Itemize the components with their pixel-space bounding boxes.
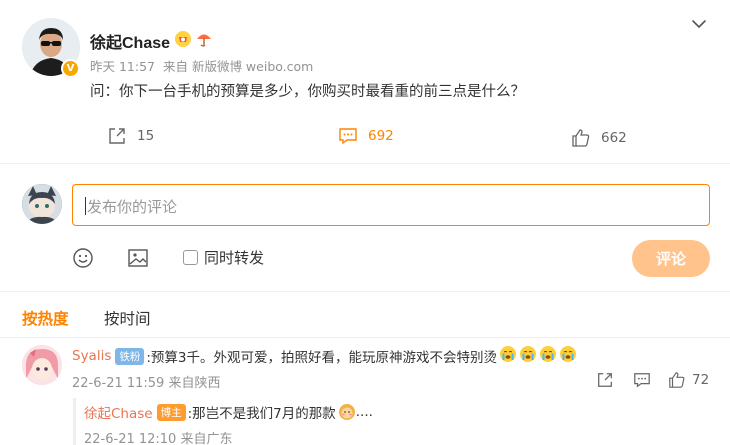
- reply-meta: 22-6-21 12:10 来自广东: [84, 432, 233, 445]
- comment-like-button[interactable]: 72: [668, 371, 709, 389]
- thumbs-up-icon: [572, 129, 590, 147]
- forward-label[interactable]: 同时转发: [204, 247, 264, 268]
- fan-tag: 铁粉: [115, 347, 145, 365]
- shy-emoji-icon: [338, 404, 355, 420]
- submit-comment-button[interactable]: 评论: [632, 240, 710, 277]
- post-source: 来自 新版微博 weibo.com: [162, 59, 314, 74]
- crying-emoji-icon: [560, 346, 577, 362]
- author-badges: [174, 30, 213, 48]
- commenter-avatar[interactable]: [22, 345, 62, 385]
- comment-input[interactable]: 发布你的评论: [72, 184, 710, 226]
- tab-sort-time[interactable]: 按时间: [104, 307, 151, 329]
- image-icon[interactable]: [127, 247, 149, 269]
- share-icon: [109, 128, 125, 144]
- comment-meta: 22-6-21 11:59 来自陕西: [72, 376, 221, 391]
- comment-body: Syalis 铁粉 :预算3千。外观可爱，拍照好看，能玩原神游戏不会特别烫: [72, 345, 577, 367]
- fan-medal-icon: [175, 31, 191, 47]
- chevron-down-icon[interactable]: [688, 16, 710, 32]
- reply-author-name[interactable]: 徐起Chase: [84, 402, 153, 422]
- comment-text: :预算3千。外观可爱，拍照好看，能玩原神游戏不会特别烫: [146, 350, 498, 366]
- like-count: 662: [601, 130, 627, 146]
- reply-icon[interactable]: [633, 371, 651, 389]
- tab-sort-hot[interactable]: 按热度: [22, 307, 69, 329]
- forward-checkbox[interactable]: [183, 250, 198, 265]
- text-caret: [85, 197, 86, 215]
- comment-like-count: 72: [692, 372, 710, 388]
- umbrella-icon: [197, 34, 211, 47]
- reply-thread-line: [73, 398, 76, 445]
- verified-icon: V: [61, 59, 80, 78]
- crying-emoji-row: [497, 345, 577, 367]
- my-avatar: [22, 184, 62, 224]
- share-button[interactable]: 15: [107, 126, 154, 146]
- divider: [0, 291, 730, 292]
- crying-emoji-icon: [540, 346, 557, 362]
- thumbs-up-icon: [669, 372, 685, 388]
- like-button[interactable]: 662: [571, 128, 627, 148]
- comment-icon: [339, 128, 357, 145]
- blogger-tag: 博主: [156, 403, 186, 421]
- reply-text: :那岂不是我们7月的那款: [187, 406, 336, 422]
- emoji-icon[interactable]: [72, 247, 94, 269]
- share-icon[interactable]: [596, 371, 614, 389]
- post-meta: 昨天 11:57 来自 新版微博 weibo.com: [90, 56, 317, 75]
- crying-emoji-icon: [520, 346, 537, 362]
- post-text: 问：你下一台手机的预算是多少，你购买时最看重的前三点是什么？: [90, 84, 525, 100]
- post-time[interactable]: 昨天 11:57: [90, 59, 155, 74]
- reply-ellipsis: ....: [355, 404, 373, 420]
- author-name[interactable]: 徐起Chase: [90, 29, 170, 53]
- share-count: 15: [137, 128, 155, 144]
- divider: [0, 163, 730, 164]
- comment-count: 692: [368, 128, 394, 144]
- reply-body: 徐起Chase 博主 :那岂不是我们7月的那款 ....: [84, 402, 373, 422]
- comment-placeholder: 发布你的评论: [87, 198, 178, 216]
- comment-button[interactable]: 692: [338, 126, 394, 146]
- commenter-name[interactable]: Syalis: [72, 348, 111, 364]
- crying-emoji-icon: [500, 346, 517, 362]
- divider: [0, 337, 730, 338]
